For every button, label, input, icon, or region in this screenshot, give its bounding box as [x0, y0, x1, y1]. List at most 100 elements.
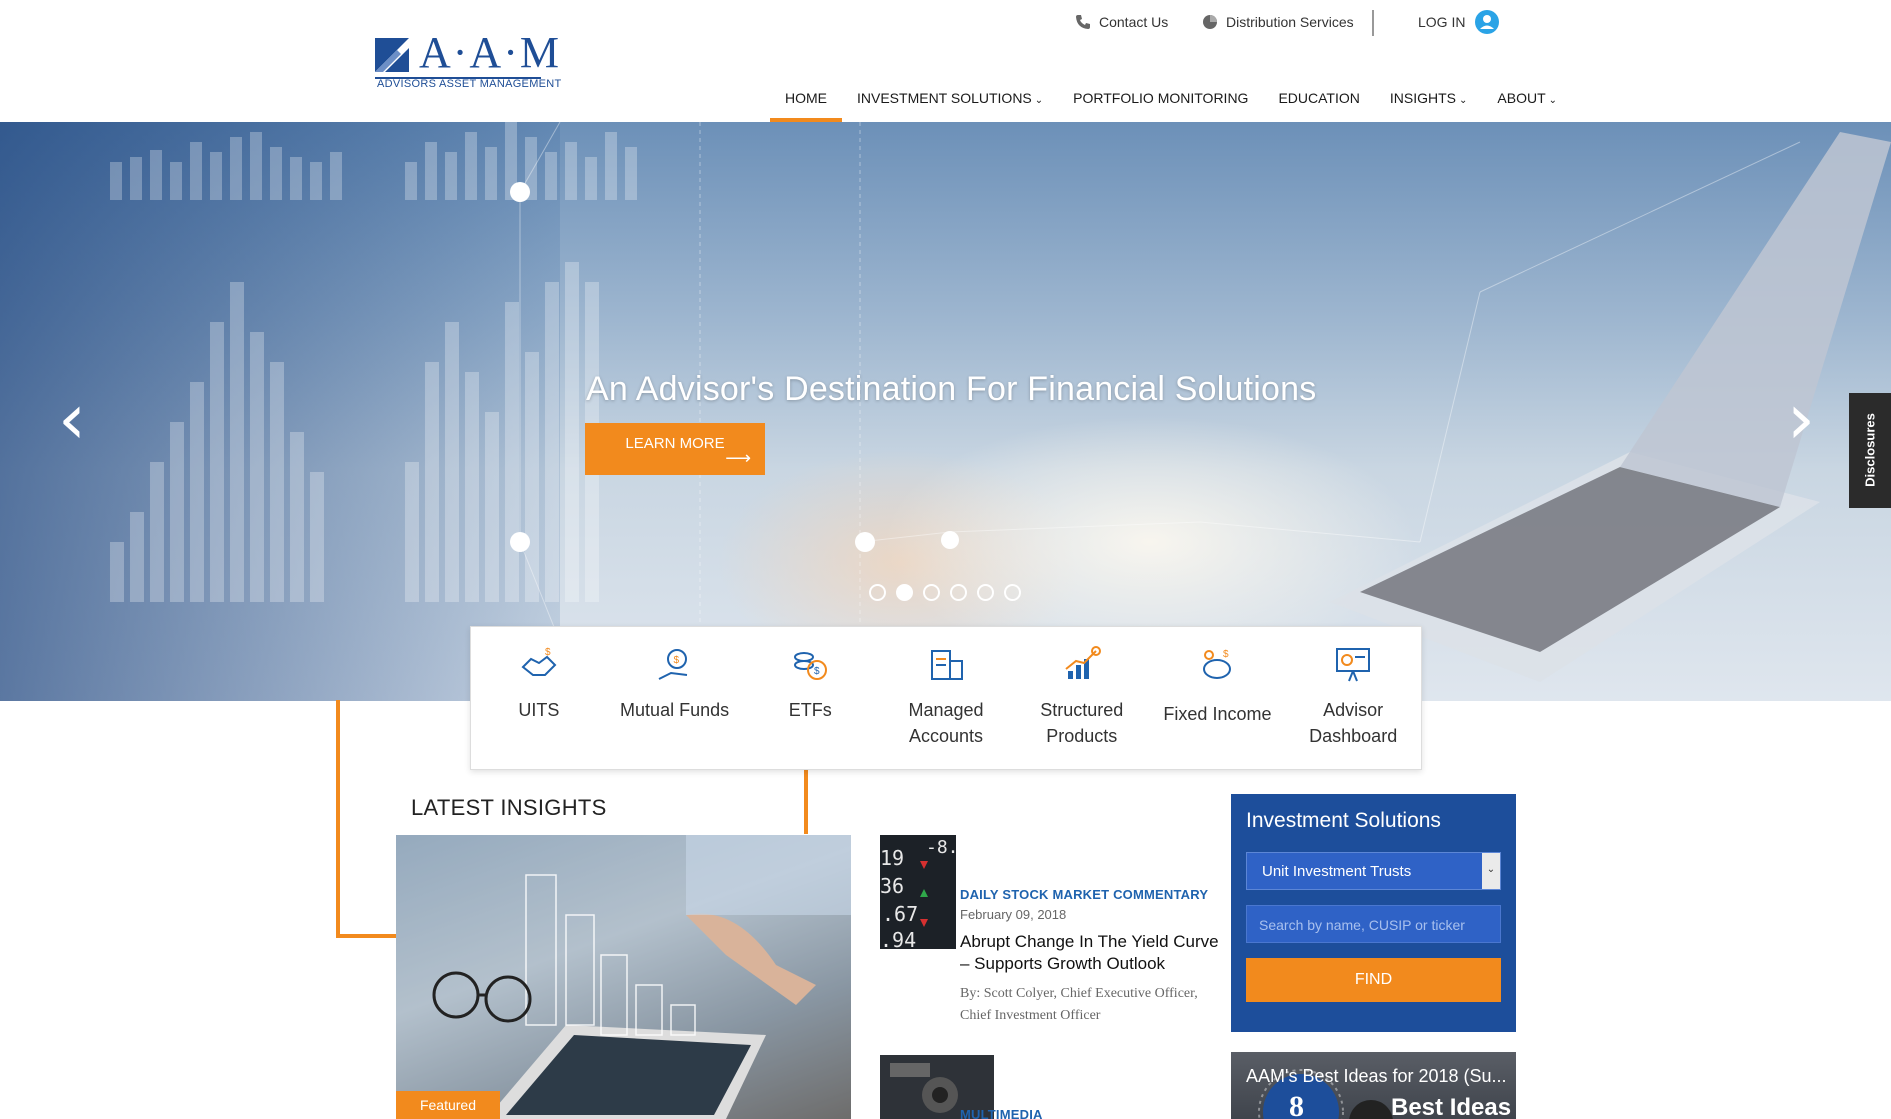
article-body: MULTIMEDIA: [960, 1107, 1222, 1119]
article-byline: By: Scott Colyer, Chief Executive Office…: [960, 986, 1198, 1023]
carousel-dot[interactable]: [1004, 584, 1021, 601]
login-label: LOG IN: [1418, 14, 1466, 30]
disclosures-label: Disclosures: [1862, 413, 1878, 487]
article-thumbnail: 19 36 .67 .94 -8.: [880, 835, 956, 949]
category-etfs[interactable]: $ ETFs: [742, 627, 878, 769]
category-managed-accounts-label: Managed Accounts: [908, 700, 984, 746]
best-ideas-promo[interactable]: AAM's Best Ideas for 2018 (Su... 8 Best …: [1231, 1052, 1516, 1119]
category-fixed-income[interactable]: $ Fixed Income: [1150, 627, 1286, 769]
carousel-dot[interactable]: [977, 584, 994, 601]
svg-text:19: 19: [880, 846, 904, 870]
nav-education[interactable]: EDUCATION: [1263, 88, 1374, 122]
main-nav: HOME INVESTMENT SOLUTIONS ⌄ PORTFOLIO MON…: [770, 88, 1572, 122]
site-header: A·A·M ADVISORS ASSET MANAGEMENT Contact …: [0, 0, 1891, 122]
investment-solutions-panel: Investment Solutions Unit Investment Tru…: [1231, 794, 1516, 1032]
promo-heading: Best Ideas: [1391, 1094, 1512, 1119]
learn-more-label: LEARN MORE: [625, 435, 725, 452]
article-card[interactable]: 19 36 .67 .94 -8. DAILY STOCK MARKET COM…: [880, 835, 1220, 1045]
category-fixed-income-label: Fixed Income: [1163, 704, 1272, 724]
accent-line: [336, 700, 340, 938]
accent-line: [336, 934, 396, 938]
promo-title: AAM's Best Ideas for 2018 (Su...: [1246, 1066, 1507, 1086]
nav-investment-solutions-label: INVESTMENT SOLUTIONS: [857, 90, 1032, 106]
search-input[interactable]: Search by name, CUSIP or ticker: [1246, 905, 1501, 943]
nav-home-label: HOME: [785, 90, 827, 106]
logo-tagline: ADVISORS ASSET MANAGEMENT: [377, 78, 562, 90]
hero-title: An Advisor's Destination For Financial S…: [586, 370, 1317, 408]
svg-text:$: $: [1223, 649, 1229, 660]
carousel-indicators: [869, 584, 1021, 601]
phone-icon: [1076, 15, 1090, 29]
chevron-down-icon: ⌄: [1548, 95, 1558, 106]
nav-portfolio-monitoring-label: PORTFOLIO MONITORING: [1073, 90, 1249, 106]
category-mutual-funds-label: Mutual Funds: [620, 700, 730, 720]
accent-line: [804, 770, 808, 834]
article-title[interactable]: Abrupt Change In The Yield Curve – Suppo…: [960, 931, 1222, 975]
nav-about[interactable]: ABOUT ⌄: [1482, 88, 1572, 122]
carousel-dot[interactable]: [923, 584, 940, 601]
chevron-down-icon: ⌄: [1034, 95, 1044, 106]
latest-insights-heading: LATEST INSIGHTS: [411, 795, 607, 820]
category-uits[interactable]: $ UITS: [471, 627, 607, 769]
nav-education-label: EDUCATION: [1278, 90, 1360, 106]
svg-text:-8.: -8.: [926, 837, 956, 858]
logo-mark-icon: [375, 38, 409, 72]
article-category[interactable]: DAILY STOCK MARKET COMMENTARY: [960, 887, 1222, 902]
aam-logo[interactable]: A·A·M ADVISORS ASSET MANAGEMENT: [375, 28, 561, 92]
presentation-board-icon: [1336, 648, 1371, 682]
tablet-chart-photo: [396, 835, 851, 1119]
ledger-calculator-icon: [931, 650, 964, 680]
user-avatar-icon: [1475, 10, 1500, 34]
nav-portfolio-monitoring[interactable]: PORTFOLIO MONITORING: [1058, 88, 1263, 122]
carousel-dot[interactable]: [869, 584, 886, 601]
find-button[interactable]: FIND: [1246, 958, 1501, 1002]
logo-wordmark: A·A·M: [419, 28, 561, 77]
category-advisor-dashboard[interactable]: Advisor Dashboard: [1285, 627, 1421, 769]
article-date: February 09, 2018: [960, 907, 1067, 922]
chevron-down-icon: ⌄: [1482, 853, 1500, 889]
carousel-next-icon[interactable]: ›: [1787, 384, 1815, 454]
svg-text:$: $: [545, 647, 551, 658]
learn-more-button[interactable]: LEARN MORE ⟶: [585, 423, 765, 475]
nav-about-label: ABOUT: [1497, 90, 1546, 106]
find-label: FIND: [1354, 971, 1393, 988]
piggy-bank-icon: $: [1203, 649, 1232, 679]
carousel-dot[interactable]: [896, 584, 913, 601]
svg-text:36: 36: [880, 874, 904, 898]
category-mutual-funds[interactable]: $ Mutual Funds: [607, 627, 743, 769]
carousel-prev-icon[interactable]: ‹: [58, 384, 86, 454]
carousel-dot[interactable]: [950, 584, 967, 601]
category-structured-products-label: Structured Products: [1040, 700, 1124, 746]
article-category[interactable]: MULTIMEDIA: [960, 1107, 1222, 1119]
login-link[interactable]: LOG IN: [1418, 10, 1500, 34]
promo-number: 8: [1289, 1090, 1304, 1119]
utility-divider: [1372, 10, 1374, 36]
pie-chart-icon: [1203, 15, 1217, 29]
category-structured-products[interactable]: Structured Products: [1014, 627, 1150, 769]
coins-icon: $: [794, 652, 828, 680]
article-body: DAILY STOCK MARKET COMMENTARY February 0…: [960, 887, 1222, 1027]
solution-type-select[interactable]: Unit Investment Trusts ⌄: [1246, 852, 1501, 890]
select-value: Unit Investment Trusts: [1262, 863, 1412, 880]
category-managed-accounts[interactable]: Managed Accounts: [878, 627, 1014, 769]
svg-text:.67: .67: [882, 902, 918, 926]
contact-us-link[interactable]: Contact Us: [1075, 12, 1168, 32]
nav-home[interactable]: HOME: [770, 88, 842, 122]
contact-us-label: Contact Us: [1099, 14, 1169, 30]
disclosures-tab[interactable]: Disclosures: [1849, 393, 1891, 508]
nav-investment-solutions[interactable]: INVESTMENT SOLUTIONS ⌄: [842, 88, 1058, 122]
featured-badge: Featured: [396, 1091, 500, 1119]
handshake-icon: $: [521, 647, 557, 676]
distribution-services-label: Distribution Services: [1226, 14, 1354, 30]
nav-insights-label: INSIGHTS: [1389, 90, 1456, 106]
distribution-services-link[interactable]: Distribution Services: [1202, 12, 1354, 32]
panel-title: Investment Solutions: [1246, 809, 1441, 832]
category-uits-label: UITS: [518, 700, 560, 720]
nav-insights[interactable]: INSIGHTS ⌄: [1375, 88, 1483, 122]
svg-text:$: $: [673, 655, 679, 666]
hero-background-graphic: [110, 122, 1891, 701]
category-advisor-dashboard-label: Advisor Dashboard: [1309, 700, 1398, 746]
featured-article-image[interactable]: [396, 835, 851, 1119]
article-card[interactable]: MULTIMEDIA: [880, 1055, 1220, 1119]
category-bar: $ UITS $ Mutual Funds $ ETFs Managed Acc…: [470, 626, 1422, 770]
